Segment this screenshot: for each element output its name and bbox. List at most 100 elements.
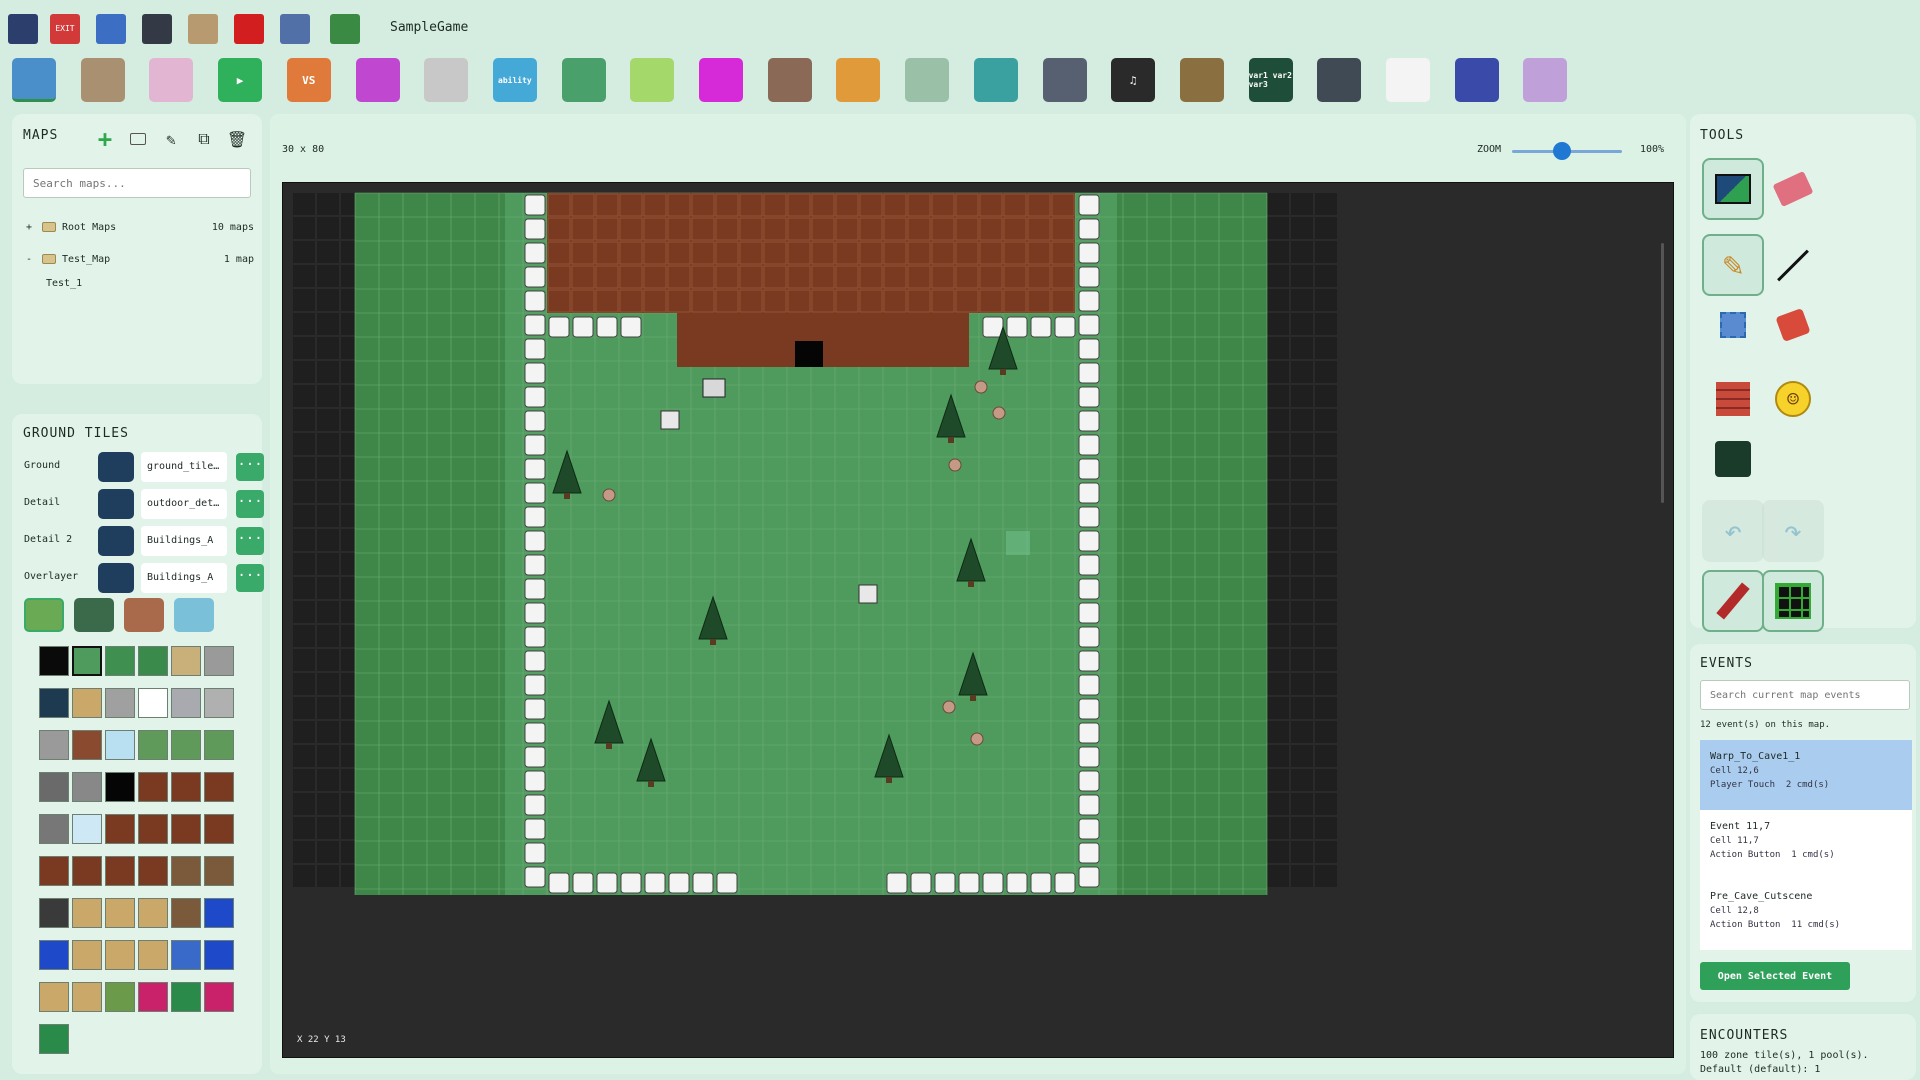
layer-tileset-thumbnail[interactable] (98, 489, 134, 519)
grid-toggle-icon[interactable] (1762, 570, 1824, 632)
zoom-slider-handle[interactable] (1552, 142, 1571, 160)
palette-tile[interactable] (171, 646, 201, 676)
folder-icon[interactable] (127, 128, 149, 150)
palette-tile[interactable] (204, 940, 234, 970)
layer-tileset-name[interactable]: Buildings_A (141, 526, 227, 556)
event-smiley-icon[interactable]: ☺ (1762, 368, 1824, 430)
tileset-tab-buildings[interactable] (124, 598, 164, 632)
tileset-tab-effects[interactable] (174, 598, 214, 632)
layer-tileset-thumbnail[interactable] (98, 452, 134, 482)
palette-tile[interactable] (39, 688, 69, 718)
rectangle-select-icon[interactable] (1702, 294, 1764, 356)
palette-tile[interactable] (39, 982, 69, 1012)
tileset-tab-detail[interactable] (74, 598, 114, 632)
palette-tile[interactable] (39, 1024, 69, 1054)
tree-map-row[interactable]: Test_1 (26, 278, 254, 289)
palette-tile[interactable] (138, 814, 168, 844)
palette-tile[interactable] (138, 688, 168, 718)
creature-button[interactable] (699, 58, 743, 102)
palette-tile[interactable] (171, 814, 201, 844)
tileset-button[interactable] (905, 58, 950, 102)
palette-tile[interactable] (105, 646, 135, 676)
map-canvas[interactable]: X 22 Y 13 (282, 182, 1674, 1058)
text-button[interactable] (1386, 58, 1430, 102)
undo-icon[interactable]: ↶ (1702, 500, 1764, 562)
bucket-fill-icon[interactable] (1762, 294, 1824, 356)
palette-tile[interactable] (105, 730, 135, 760)
palette-tile[interactable] (171, 898, 201, 928)
dragon-icon[interactable] (330, 14, 360, 44)
event-item[interactable]: Pre_Cave_Cutscene Cell 12,8 Action Button … (1700, 880, 1912, 950)
plugins-button[interactable] (1523, 58, 1568, 102)
variables-button[interactable]: var1 var2 var3 (1248, 58, 1293, 102)
canvas-vertical-scrollbar[interactable] (1661, 243, 1664, 503)
fill-tool-icon[interactable] (1702, 158, 1764, 220)
redo-icon[interactable]: ↷ (1762, 500, 1824, 562)
palette-tile[interactable] (39, 772, 69, 802)
palette-tile[interactable] (171, 730, 201, 760)
palette-tile[interactable] (72, 814, 102, 844)
tree-toggle[interactable]: + (26, 222, 36, 233)
delete-trash-icon[interactable]: 🗑 (226, 128, 248, 150)
layer-tileset-name[interactable]: ground_tile… (141, 452, 227, 482)
fire-button[interactable] (355, 58, 400, 102)
layer-options-button[interactable]: ··· (236, 453, 264, 481)
palette-tile[interactable] (204, 982, 234, 1012)
palette-tile[interactable] (204, 814, 234, 844)
palette-tile[interactable] (72, 730, 102, 760)
layer-tileset-thumbnail[interactable] (98, 563, 134, 593)
map-editor-button[interactable] (12, 58, 56, 102)
palette-tile[interactable] (72, 940, 102, 970)
palette-tile[interactable] (72, 856, 102, 886)
tree-toggle[interactable]: - (26, 254, 36, 265)
palette-tile[interactable] (138, 730, 168, 760)
palette-tile[interactable] (72, 688, 102, 718)
music-button[interactable]: ♫ (1111, 58, 1156, 102)
versus-button[interactable]: VS (286, 58, 331, 102)
add-map-icon[interactable]: + (94, 125, 116, 153)
palette-tile[interactable] (72, 646, 102, 676)
layer-tileset-name[interactable]: outdoor_det… (141, 489, 227, 519)
palette-tile[interactable] (138, 898, 168, 928)
palette-tile[interactable] (105, 898, 135, 928)
tree-folder-row[interactable]: + Root Maps 10 maps (26, 222, 254, 233)
palette-tile[interactable] (105, 982, 135, 1012)
palette-tile[interactable] (171, 856, 201, 886)
palette-tile[interactable] (39, 856, 69, 886)
palette-tile[interactable] (105, 814, 135, 844)
palette-tile[interactable] (171, 940, 201, 970)
layer-options-button[interactable]: ··· (236, 564, 264, 592)
rename-pencil-icon[interactable]: ✎ (160, 128, 182, 150)
tools-button[interactable] (836, 58, 881, 102)
tree-folder-row[interactable]: - Test_Map 1 map (26, 254, 254, 265)
palette-tile[interactable] (204, 772, 234, 802)
ability-button[interactable]: ability (492, 58, 537, 102)
palette-tile[interactable] (138, 772, 168, 802)
characters-button[interactable] (767, 58, 812, 102)
palette-tile[interactable] (204, 646, 234, 676)
palette-tile[interactable] (72, 898, 102, 928)
map-tiles[interactable] (283, 183, 1675, 1059)
line-tool-icon[interactable] (1762, 234, 1824, 296)
script-button[interactable] (1042, 58, 1087, 102)
grid-tool-icon[interactable] (280, 14, 310, 44)
events-search-input[interactable] (1700, 680, 1910, 710)
palette-tile[interactable] (39, 730, 69, 760)
marker-icon[interactable] (96, 14, 126, 44)
world-map-button[interactable] (80, 58, 125, 102)
palette-tile[interactable] (204, 688, 234, 718)
layout-button[interactable] (1317, 58, 1362, 102)
palette-tile[interactable] (138, 646, 168, 676)
palette-tile[interactable] (171, 772, 201, 802)
palette-tile[interactable] (138, 940, 168, 970)
palette-tile[interactable] (39, 940, 69, 970)
open-selected-event-button[interactable]: Open Selected Event (1700, 962, 1850, 990)
palette-tile[interactable] (105, 940, 135, 970)
palette-tile[interactable] (105, 688, 135, 718)
palette-tile[interactable] (72, 772, 102, 802)
potion-button[interactable] (630, 58, 675, 102)
paint-palette-icon[interactable] (188, 14, 218, 44)
play-button[interactable]: ▶ (218, 58, 263, 102)
layer-options-button[interactable]: ··· (236, 527, 264, 555)
events-list[interactable]: Warp_To_Cave1_1 Cell 12,6 Player Touch 2 c… (1700, 740, 1912, 950)
